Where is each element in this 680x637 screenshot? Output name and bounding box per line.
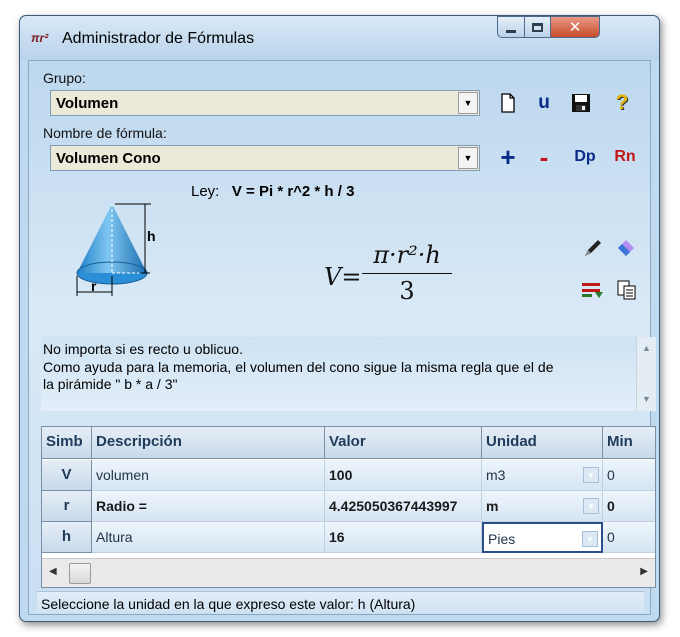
wrap-arrow-icon [582,283,603,298]
save-button[interactable] [569,91,593,115]
scroll-right-icon[interactable]: ▶ [640,566,648,577]
scroll-down-icon[interactable]: ▼ [642,391,651,409]
fraction-bar [362,273,452,274]
scroll-left-icon[interactable]: ◀ [49,566,57,577]
rename-button[interactable]: Rn [610,145,640,169]
cell-unidad[interactable]: m ▼ [482,491,603,522]
row-symbol[interactable]: V [42,460,92,491]
chevron-down-icon[interactable]: ▼ [582,531,598,547]
cell-min[interactable]: 0 [603,522,655,553]
unidad-value: m3 [486,467,506,483]
apply-button[interactable] [581,278,605,302]
grupo-combo[interactable]: Volumen ▼ [50,90,480,116]
minimize-icon [506,29,516,33]
grupo-value: Volumen [56,94,119,112]
nombre-formula-value: Volumen Cono [56,149,161,167]
u-button[interactable]: u [532,91,556,115]
pen-icon [585,240,601,256]
scroll-up-icon[interactable]: ▲ [642,340,651,358]
cell-valor[interactable]: 100 [325,460,482,491]
radius-label: r [91,278,97,294]
cell-descripcion[interactable]: Altura [92,522,325,553]
row-symbol[interactable]: r [42,491,92,522]
close-icon: ✕ [568,19,582,36]
cell-descripcion[interactable]: volumen [92,460,325,491]
unidad-value: m [486,498,499,514]
app-icon: πr² [31,31,49,45]
notes-line: Como ayuda para la memoria, el volumen d… [43,358,554,375]
status-bar: Seleccione la unidad en la que expreso e… [37,591,644,613]
column-header-unidad[interactable]: Unidad [482,427,603,459]
remove-formula-button[interactable]: - [532,142,556,172]
maximize-icon [532,22,543,32]
cell-min[interactable]: 0 [603,491,655,522]
grupo-label: Grupo: [43,70,86,86]
help-button[interactable]: ? [610,91,634,115]
chevron-down-icon[interactable]: ▼ [583,467,599,483]
notes-text[interactable]: No importa si es recto u oblicuo. Como a… [41,337,656,411]
chevron-down-icon[interactable]: ▼ [583,498,599,514]
cone-diagram-icon: h r [76,203,156,296]
cell-descripcion[interactable]: Radio = [92,491,325,522]
copy-button[interactable] [615,278,639,302]
formula-lhs: V= [324,263,362,291]
cell-min[interactable]: 0 [603,460,655,491]
notes-line: No importa si es recto u oblicuo. [43,341,243,357]
chevron-down-icon[interactable]: ▼ [458,92,478,114]
law-text: Ley: V = Pi * r^2 * h / 3 [191,183,354,200]
u-icon: u [538,92,550,113]
maximize-button[interactable] [524,16,551,38]
copy-icon [617,280,636,300]
unidad-value: Pies [488,531,516,547]
notes-scrollbar[interactable]: ▲ ▼ [636,337,656,411]
formula-render: V= π·r²·h 3 [324,241,454,321]
erase-button[interactable] [615,236,639,260]
minimize-button[interactable] [497,16,525,38]
add-formula-button[interactable]: + [496,142,520,172]
row-symbol[interactable]: h [42,522,92,553]
formula-numerator: π·r²·h [373,241,441,269]
plus-icon: + [500,141,516,172]
eraser-icon [618,240,634,256]
column-header-min[interactable]: Min [603,427,655,459]
formula-denominator: 3 [399,277,415,305]
scroll-thumb[interactable] [69,563,91,584]
cell-unidad-selected[interactable]: Pies ▼ [482,522,603,553]
new-document-icon [501,93,515,113]
dp-icon: Dp [574,148,596,165]
save-icon [572,94,590,112]
edit-button[interactable] [581,236,605,260]
nombre-formula-combo[interactable]: Volumen Cono ▼ [50,145,480,171]
cell-valor[interactable]: 4.425050367443997 [325,491,482,522]
column-header-simb[interactable]: Simb [42,427,92,459]
height-label: h [147,228,156,244]
law-prefix: Ley: [191,183,220,200]
close-button[interactable]: ✕ [550,16,600,38]
help-icon: ? [615,91,629,114]
column-header-descripcion[interactable]: Descripción [92,427,325,459]
rn-icon: Rn [614,148,636,165]
cell-valor[interactable]: 16 [325,522,482,553]
variables-table: Simb Descripción Valor Unidad Min V volu… [41,426,656,588]
chevron-down-icon[interactable]: ▼ [458,147,478,169]
minus-icon: - [539,141,549,172]
client-area: Grupo: Volumen ▼ Nombre de fórmula: Volu… [28,60,656,615]
formula-manager-window: πr² Administrador de Fórmulas ✕ Grupo: V… [19,15,660,622]
notes-line: la pirámide " b * a / 3" [43,376,178,392]
law-expression: V = Pi * r^2 * h / 3 [231,183,355,200]
horizontal-scrollbar[interactable]: ◀ ▶ [42,558,655,587]
new-document-button[interactable] [496,91,520,115]
duplicate-button[interactable]: Dp [570,145,600,169]
column-header-valor[interactable]: Valor [325,427,482,459]
nombre-formula-label: Nombre de fórmula: [43,125,167,141]
cell-unidad[interactable]: m3 ▼ [482,460,603,491]
window-title: Administrador de Fórmulas [62,30,255,47]
title-bar[interactable]: πr² Administrador de Fórmulas ✕ [20,16,659,60]
